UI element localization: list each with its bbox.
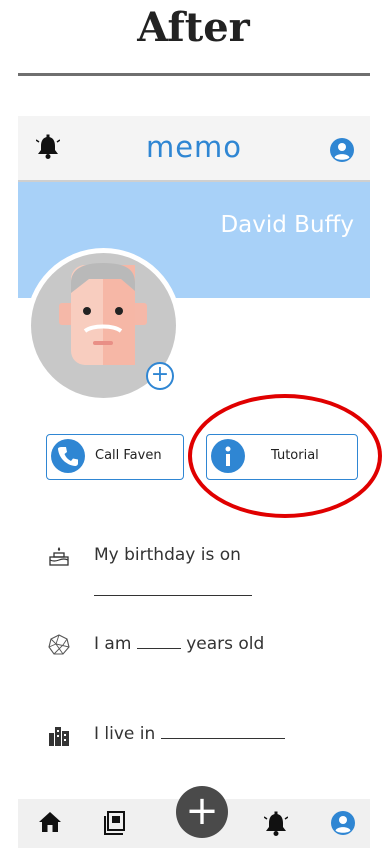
user-circle-icon[interactable] [330, 138, 354, 166]
app-header: memo [18, 116, 370, 182]
residence-input[interactable] [160, 724, 285, 739]
user-circle-icon[interactable] [331, 811, 355, 839]
phone-icon [51, 439, 85, 473]
home-icon[interactable] [38, 811, 62, 837]
cake-icon [48, 545, 70, 567]
birthday-row: My birthday is on [48, 545, 348, 605]
add-button[interactable]: + [176, 786, 228, 838]
residence-prefix: I live in [94, 724, 156, 744]
age-prefix: I am [94, 634, 132, 654]
page-caption: After [137, 4, 250, 51]
caption-divider [18, 73, 370, 76]
globe-icon [48, 634, 70, 656]
profile-name: David Buffy [220, 212, 354, 238]
city-icon [48, 724, 70, 746]
annotation-highlight-circle [188, 394, 382, 518]
birthday-text: My birthday is on [94, 545, 241, 565]
call-faven-button[interactable]: Call Faven [46, 434, 184, 480]
age-row: I am years old [48, 634, 348, 658]
photo-book-icon[interactable] [104, 811, 128, 839]
age-input[interactable] [136, 634, 181, 649]
call-faven-label: Call Faven [95, 448, 162, 463]
age-text: I am years old [94, 634, 264, 654]
residence-text: I live in [94, 724, 285, 744]
phone-screen: memo David Buffy + Call Faven Tutorial M… [18, 116, 382, 848]
birthday-input[interactable] [94, 581, 252, 596]
bell-icon[interactable] [263, 811, 289, 841]
residence-row: I live in [48, 724, 348, 748]
app-title: memo [145, 130, 243, 164]
age-suffix: years old [186, 634, 265, 654]
add-photo-button[interactable]: + [146, 362, 174, 390]
